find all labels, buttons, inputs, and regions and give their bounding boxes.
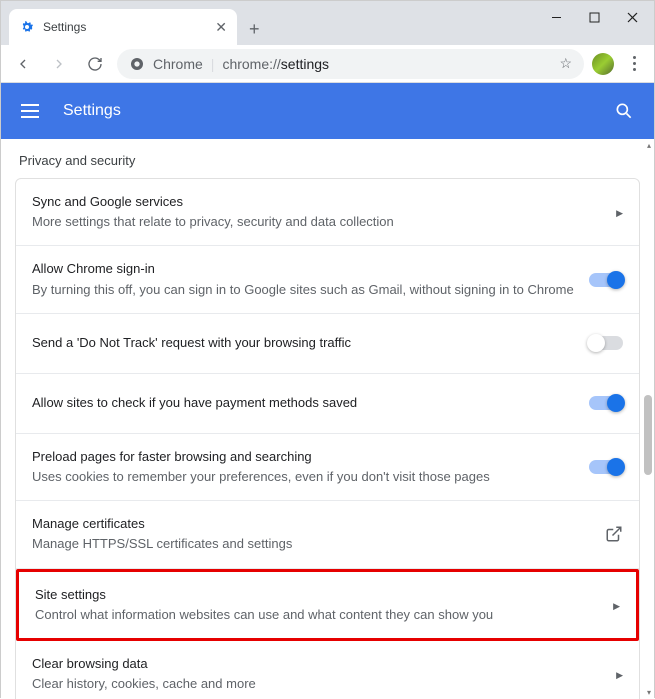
setting-row[interactable]: Clear browsing data Clear history, cookie… bbox=[16, 641, 639, 699]
profile-avatar[interactable] bbox=[592, 53, 614, 75]
browser-menu-button[interactable] bbox=[622, 56, 646, 71]
address-bar: Chrome | chrome://settings ☆ bbox=[1, 45, 654, 83]
setting-row[interactable]: Preload pages for faster browsing and se… bbox=[16, 434, 639, 501]
browser-titlebar: Settings ✕ + bbox=[1, 1, 654, 45]
menu-icon[interactable] bbox=[21, 104, 39, 118]
row-title: Clear browsing data bbox=[32, 655, 604, 673]
bookmark-star-icon[interactable]: ☆ bbox=[559, 55, 572, 72]
toggle-switch[interactable] bbox=[589, 336, 623, 350]
row-subtitle: Manage HTTPS/SSL certificates and settin… bbox=[32, 535, 593, 553]
row-title: Allow sites to check if you have payment… bbox=[32, 394, 577, 412]
setting-row[interactable]: Sync and Google services More settings th… bbox=[16, 179, 639, 246]
setting-row[interactable]: Send a 'Do Not Track' request with your … bbox=[16, 314, 639, 374]
maximize-button[interactable] bbox=[576, 3, 612, 31]
row-title: Send a 'Do Not Track' request with your … bbox=[32, 334, 577, 352]
chevron-right-icon: ▶ bbox=[613, 601, 620, 611]
setting-row[interactable]: Site settings Control what information we… bbox=[16, 569, 639, 641]
row-title: Preload pages for faster browsing and se… bbox=[32, 448, 577, 466]
reload-button[interactable] bbox=[81, 50, 109, 78]
chrome-icon bbox=[129, 56, 145, 72]
new-tab-button[interactable]: + bbox=[249, 19, 260, 40]
section-title: Privacy and security bbox=[1, 139, 654, 178]
settings-list: Sync and Google services More settings th… bbox=[15, 178, 640, 699]
tab-title: Settings bbox=[43, 20, 207, 34]
row-subtitle: Uses cookies to remember your preference… bbox=[32, 468, 577, 486]
settings-appbar: Settings bbox=[1, 83, 654, 139]
close-tab-icon[interactable]: ✕ bbox=[215, 19, 227, 36]
page-title: Settings bbox=[63, 102, 614, 120]
close-window-button[interactable] bbox=[614, 3, 650, 31]
scroll-down-arrow[interactable]: ▾ bbox=[647, 688, 651, 697]
chevron-right-icon: ▶ bbox=[616, 208, 623, 218]
browser-tab[interactable]: Settings ✕ bbox=[9, 9, 237, 45]
toggle-switch[interactable] bbox=[589, 273, 623, 287]
minimize-button[interactable] bbox=[538, 3, 574, 31]
settings-content: Privacy and security Sync and Google ser… bbox=[1, 139, 654, 699]
row-subtitle: By turning this off, you can sign in to … bbox=[32, 281, 577, 299]
row-subtitle: Clear history, cookies, cache and more bbox=[32, 675, 604, 693]
toggle-switch[interactable] bbox=[589, 460, 623, 474]
scrollbar-thumb[interactable] bbox=[644, 395, 652, 475]
row-title: Sync and Google services bbox=[32, 193, 604, 211]
chevron-right-icon: ▶ bbox=[616, 670, 623, 680]
setting-row[interactable]: Allow sites to check if you have payment… bbox=[16, 374, 639, 434]
external-link-icon bbox=[605, 525, 623, 543]
search-icon[interactable] bbox=[614, 101, 634, 121]
scroll-up-arrow[interactable]: ▴ bbox=[647, 141, 651, 150]
back-button[interactable] bbox=[9, 50, 37, 78]
toggle-switch[interactable] bbox=[589, 396, 623, 410]
row-title: Site settings bbox=[35, 586, 601, 604]
forward-button[interactable] bbox=[45, 50, 73, 78]
row-subtitle: Control what information websites can us… bbox=[35, 606, 601, 624]
row-subtitle: More settings that relate to privacy, se… bbox=[32, 213, 604, 231]
gear-icon bbox=[19, 19, 35, 35]
omnibox-url: chrome://settings bbox=[222, 56, 329, 72]
omnibox-protocol-label: Chrome bbox=[153, 56, 203, 72]
setting-row[interactable]: Manage certificates Manage HTTPS/SSL cert… bbox=[16, 501, 639, 568]
row-title: Manage certificates bbox=[32, 515, 593, 533]
omnibox[interactable]: Chrome | chrome://settings ☆ bbox=[117, 49, 584, 79]
row-title: Allow Chrome sign-in bbox=[32, 260, 577, 278]
setting-row[interactable]: Allow Chrome sign-in By turning this off,… bbox=[16, 246, 639, 313]
